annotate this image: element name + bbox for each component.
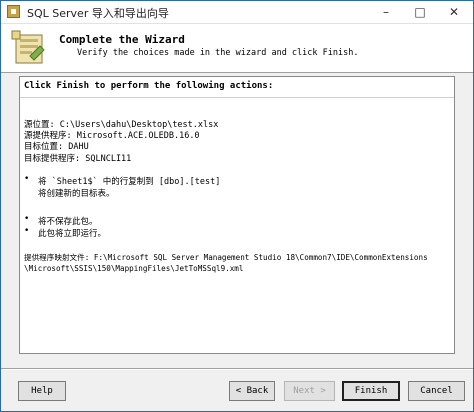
- summary-panel[interactable]: Click Finish to perform the following ac…: [19, 76, 455, 354]
- copy-item: 将 `Sheet1$` 中的行复制到 [dbo].[test]: [38, 177, 221, 187]
- summary-intro: Click Finish to perform the following ac…: [20, 77, 454, 98]
- app-icon: [7, 5, 20, 18]
- footer-divider: [1, 369, 473, 370]
- mapping-label: 提供程序映射文件: F:\Microsoft SQL Server Manage…: [24, 253, 428, 262]
- title-bar[interactable]: SQL Server 导入和导出向导 – □ ✕: [1, 1, 473, 24]
- page-subtitle: Verify the choices made in the wizard an…: [77, 48, 359, 58]
- finish-button[interactable]: Finish: [342, 381, 400, 401]
- package-item: 此包将立即运行。: [38, 229, 107, 239]
- intro-text: Click Finish to perform the following ac…: [24, 81, 274, 91]
- cancel-button[interactable]: Cancel: [408, 381, 465, 401]
- help-button[interactable]: Help: [18, 381, 66, 401]
- wizard-icon: [11, 30, 45, 64]
- bullet-icon: •: [24, 174, 30, 184]
- next-button[interactable]: Next >: [284, 381, 335, 401]
- summary-line: 目标提供程序: SQLNCLI11: [24, 154, 132, 164]
- wizard-window: SQL Server 导入和导出向导 – □ ✕ Complete the Wi…: [0, 0, 474, 412]
- bullet-icon: •: [24, 226, 30, 236]
- summary-line: 目标位置: DAHU: [24, 142, 89, 152]
- mapping-path: \Microsoft\SSIS\150\MappingFiles\JetToMS…: [24, 264, 244, 273]
- copy-item: 将创建新的目标表。: [38, 189, 115, 199]
- maximize-button[interactable]: □: [403, 1, 437, 23]
- close-button[interactable]: ✕: [437, 1, 471, 23]
- window-title: SQL Server 导入和导出向导: [27, 7, 169, 20]
- bullet-icon: •: [24, 214, 30, 224]
- minimize-button[interactable]: –: [369, 1, 403, 23]
- page-title: Complete the Wizard: [59, 33, 185, 46]
- back-button[interactable]: < Back: [229, 381, 275, 401]
- wizard-header: Complete the Wizard Verify the choices m…: [1, 24, 473, 73]
- package-item: 将不保存此包。: [38, 217, 98, 227]
